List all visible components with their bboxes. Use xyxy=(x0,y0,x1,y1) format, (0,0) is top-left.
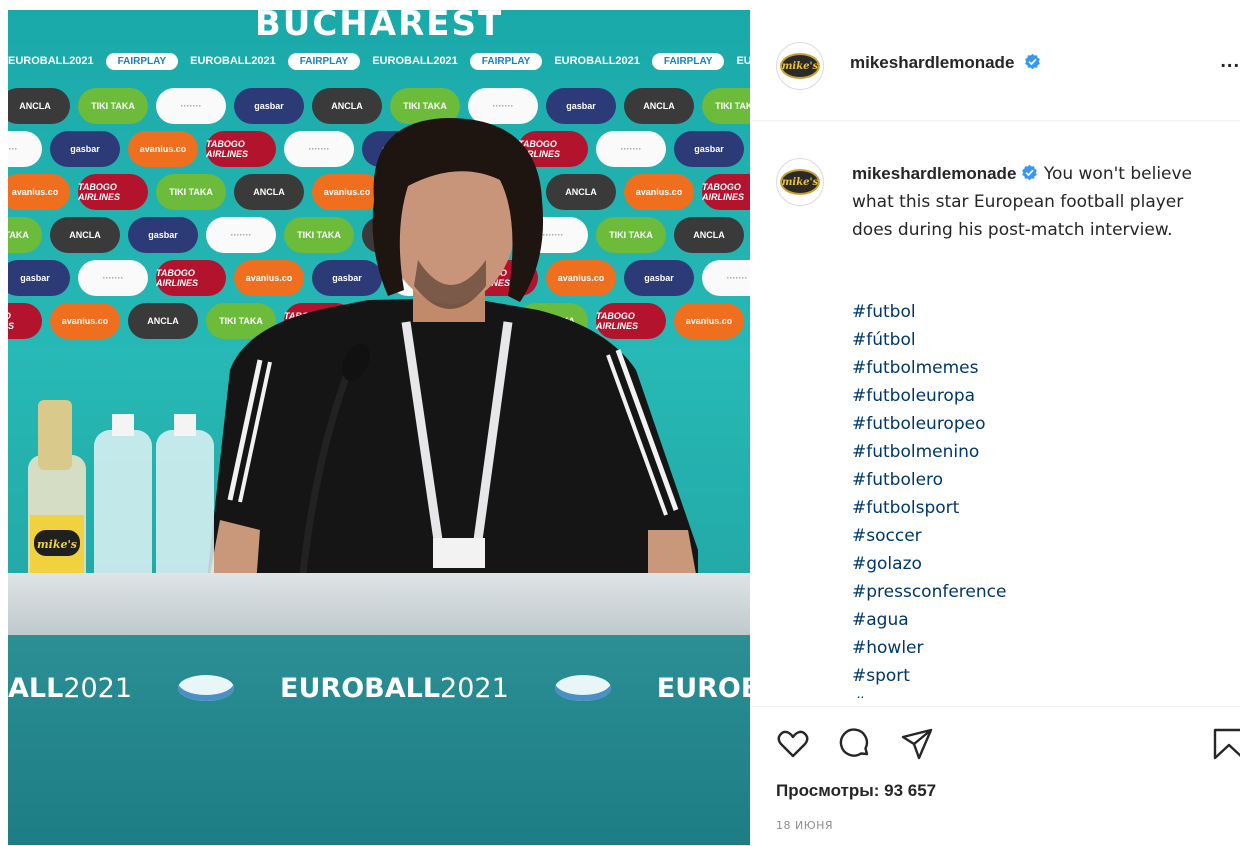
header-user: mikeshardlemonade xyxy=(850,53,1041,73)
hashtag-link[interactable]: #futbolmemes xyxy=(852,354,1222,382)
verified-badge-icon xyxy=(1024,53,1040,70)
banner-word-text: EUROBA xyxy=(656,672,750,704)
hashtag-link[interactable]: #futbolsport xyxy=(852,494,1222,522)
hashtag-link[interactable]: #golazo xyxy=(852,550,1222,578)
paper-plane-icon[interactable] xyxy=(900,727,934,761)
euroball-banner: ALL2021EUROBALL2021EUROBA xyxy=(8,635,750,845)
banner-text: ALL2021EUROBALL2021EUROBA xyxy=(8,663,750,713)
banner-word-text: ALL xyxy=(8,672,64,704)
comment-icon[interactable] xyxy=(838,727,872,761)
post-header: mike's mikeshardlemonade ... xyxy=(752,10,1240,121)
banner-year: 2021 xyxy=(63,672,133,704)
banner-word-text: EUROBALL xyxy=(280,672,441,704)
speaker-figure: mike's xyxy=(28,118,698,630)
hashtag-link[interactable]: #futbolero xyxy=(852,466,1222,494)
hashtag-link[interactable]: #soccer xyxy=(852,522,1222,550)
post-media[interactable]: BUCHAREST EUROBALL2021 FAIRPLAY EUROBALL20… xyxy=(8,10,750,845)
post-sidebar: mike's mikeshardlemonade ... mike's mike… xyxy=(752,10,1240,845)
banner-word: EUROBA xyxy=(657,673,750,704)
bookmark-icon[interactable] xyxy=(1212,727,1240,761)
verified-badge-icon xyxy=(1022,164,1038,181)
header-username[interactable]: mikeshardlemonade xyxy=(850,53,1014,72)
caption-username[interactable]: mikeshardlemonade xyxy=(852,164,1016,183)
hashtag-link[interactable]: #futboleuropeo xyxy=(852,410,1222,438)
banner-year: 2021 xyxy=(440,672,509,704)
avatar-logo: mike's xyxy=(780,53,820,79)
more-options-button[interactable]: ... xyxy=(1220,50,1240,73)
hashtag-link[interactable]: #... xyxy=(852,690,1222,698)
hashtag-link[interactable]: #futbol xyxy=(852,298,1222,326)
banner-word: EUROBALL2021 xyxy=(280,673,509,704)
avatar[interactable]: mike's xyxy=(776,42,824,90)
press-table xyxy=(8,573,750,635)
views-count[interactable]: Просмотры: 93 657 xyxy=(776,781,936,801)
hashtag-link[interactable]: #pressconference xyxy=(852,578,1222,606)
caption-avatar[interactable]: mike's xyxy=(776,158,824,206)
stadium-icon xyxy=(554,675,611,701)
heart-icon[interactable] xyxy=(776,727,810,761)
banner-word: ALL2021 xyxy=(8,673,132,704)
stadium-icon xyxy=(178,675,235,701)
hashtag-list: #futbol #fútbol #futbolmemes #futboleuropa #… xyxy=(852,298,1222,698)
hashtag-link[interactable]: #sport xyxy=(852,662,1222,690)
bottle-logo: mike's xyxy=(37,538,77,551)
hashtag-link[interactable]: #howler xyxy=(852,634,1222,662)
hashtag-link[interactable]: #futbolmenino xyxy=(852,438,1222,466)
hashtag-link[interactable]: #futboleuropa xyxy=(852,382,1222,410)
hashtag-link[interactable]: #fútbol xyxy=(852,326,1222,354)
caption-avatar-logo: mike's xyxy=(780,169,820,195)
post-caption: mikeshardlemonade You won't believe what… xyxy=(852,160,1222,244)
action-bar: Просмотры: 93 657 18 ИЮНЯ xyxy=(752,706,1240,846)
hashtag-link[interactable]: #agua xyxy=(852,606,1222,634)
post-date[interactable]: 18 ИЮНЯ xyxy=(776,819,833,832)
